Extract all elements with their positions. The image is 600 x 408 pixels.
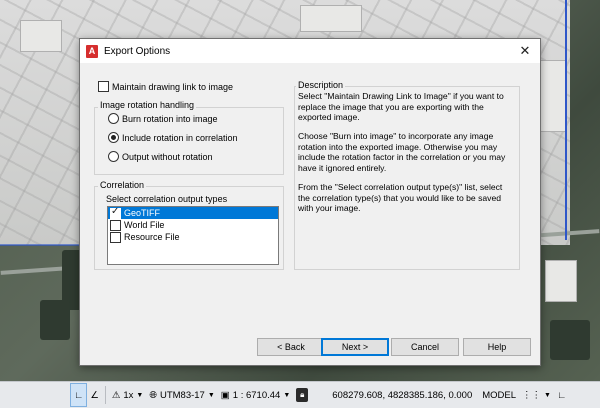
scale-factor: 1x — [123, 389, 134, 401]
coordinate-system: UTM83-17 — [159, 389, 205, 401]
annotation-scale-control[interactable]: ⚠ 1x ▼ — [109, 384, 147, 406]
help-button[interactable]: Help — [463, 338, 531, 356]
resource-file-checkbox[interactable] — [110, 231, 121, 243]
polar-toggle[interactable]: ∠ — [87, 384, 102, 406]
without-rotation-label: Output without rotation — [122, 151, 213, 162]
maintain-link-checkbox[interactable] — [98, 81, 109, 92]
grid-toggle[interactable]: ⋮⋮ ▼ — [519, 384, 554, 406]
rotation-group-label: Image rotation handling — [98, 100, 197, 110]
back-button[interactable]: < Back — [257, 338, 325, 356]
maintain-link-label: Maintain drawing link to image — [112, 81, 234, 92]
correlation-list-label: Select correlation output types — [106, 194, 228, 204]
list-item-geotiff[interactable]: GeoTIFF — [108, 206, 278, 219]
correlation-type-list[interactable]: GeoTIFF World File Resource File — [107, 206, 279, 265]
building — [550, 320, 590, 360]
autocad-app-icon: A — [86, 44, 98, 58]
coordinate-system-control[interactable]: 🌐︎ UTM83-17 ▼ — [146, 384, 217, 406]
rotation-option-without[interactable]: Output without rotation — [108, 151, 213, 162]
resource-file-label: Resource File — [124, 232, 180, 242]
viewport-scale: 1 : 6710.44 — [232, 389, 281, 401]
description-paragraph: Select "Maintain Drawing Link to Image" … — [298, 91, 504, 122]
next-button[interactable]: Next > — [321, 338, 389, 356]
list-item-resource-file[interactable]: Resource File — [108, 231, 278, 243]
description-title: Description — [296, 80, 346, 90]
geotiff-label: GeoTIFF — [124, 208, 161, 218]
divider — [104, 386, 106, 404]
burn-rotation-label: Burn rotation into image — [122, 113, 218, 124]
correlation-group-label: Correlation — [98, 180, 147, 190]
list-item-world-file[interactable]: World File — [108, 219, 278, 231]
chevron-down-icon[interactable]: ▼ — [136, 392, 143, 399]
image-boundary-line — [565, 0, 567, 240]
building — [300, 5, 362, 32]
burn-rotation-radio[interactable] — [108, 113, 119, 124]
lock-toggle[interactable]: 🔒︎ — [293, 384, 311, 406]
building — [540, 60, 567, 132]
model-space-toggle[interactable]: MODEL — [479, 384, 519, 406]
ortho-toggle[interactable]: ∟ — [70, 383, 88, 407]
dialog-titlebar[interactable]: A Export Options ✕ — [80, 39, 540, 63]
building — [545, 260, 577, 302]
world-file-checkbox[interactable] — [110, 219, 121, 231]
description-paragraph: Choose "Burn into image" to incorporate … — [298, 131, 506, 173]
description-paragraph: From the "Select correlation output type… — [298, 182, 503, 213]
building — [20, 20, 62, 52]
chevron-down-icon[interactable]: ▼ — [283, 392, 290, 399]
warning-icon: ⚠ — [111, 389, 121, 401]
viewport-icon: ▣ — [220, 389, 230, 401]
building — [40, 300, 70, 340]
maintain-link-option[interactable]: Maintain drawing link to image — [98, 81, 233, 92]
ortho-icon: ∟ — [74, 389, 84, 401]
snap-icon: ∟ — [556, 389, 567, 401]
grid-icon: ⋮⋮ — [522, 389, 542, 401]
rotation-option-burn[interactable]: Burn rotation into image — [108, 113, 218, 124]
include-rotation-label: Include rotation in correlation — [122, 132, 238, 143]
close-icon[interactable]: ✕ — [516, 42, 534, 60]
snap-toggle[interactable]: ∟ — [554, 384, 569, 406]
coordinate-readout: 608279.608, 4828385.186, 0.000 — [332, 389, 473, 401]
lock-icon: 🔒︎ — [296, 388, 309, 402]
rotation-option-include[interactable]: Include rotation in correlation — [108, 132, 238, 143]
without-rotation-radio[interactable] — [108, 151, 119, 162]
chevron-down-icon[interactable]: ▼ — [544, 392, 551, 399]
polar-angle-icon: ∠ — [90, 389, 99, 401]
viewport-scale-control[interactable]: ▣ 1 : 6710.44 ▼ — [218, 384, 293, 406]
chevron-down-icon[interactable]: ▼ — [208, 392, 215, 399]
globe-icon: 🌐︎ — [149, 389, 157, 401]
cancel-button[interactable]: Cancel — [391, 338, 459, 356]
status-bar: ∟ ∠ ⚠ 1x ▼ 🌐︎ UTM83-17 ▼ ▣ 1 : 6710.44 ▼… — [0, 381, 600, 408]
dialog-title: Export Options — [104, 45, 171, 57]
geotiff-checkbox[interactable] — [110, 206, 121, 219]
world-file-label: World File — [124, 220, 165, 230]
export-options-dialog: A Export Options ✕ Maintain drawing link… — [79, 38, 541, 366]
include-rotation-radio[interactable] — [108, 132, 119, 143]
